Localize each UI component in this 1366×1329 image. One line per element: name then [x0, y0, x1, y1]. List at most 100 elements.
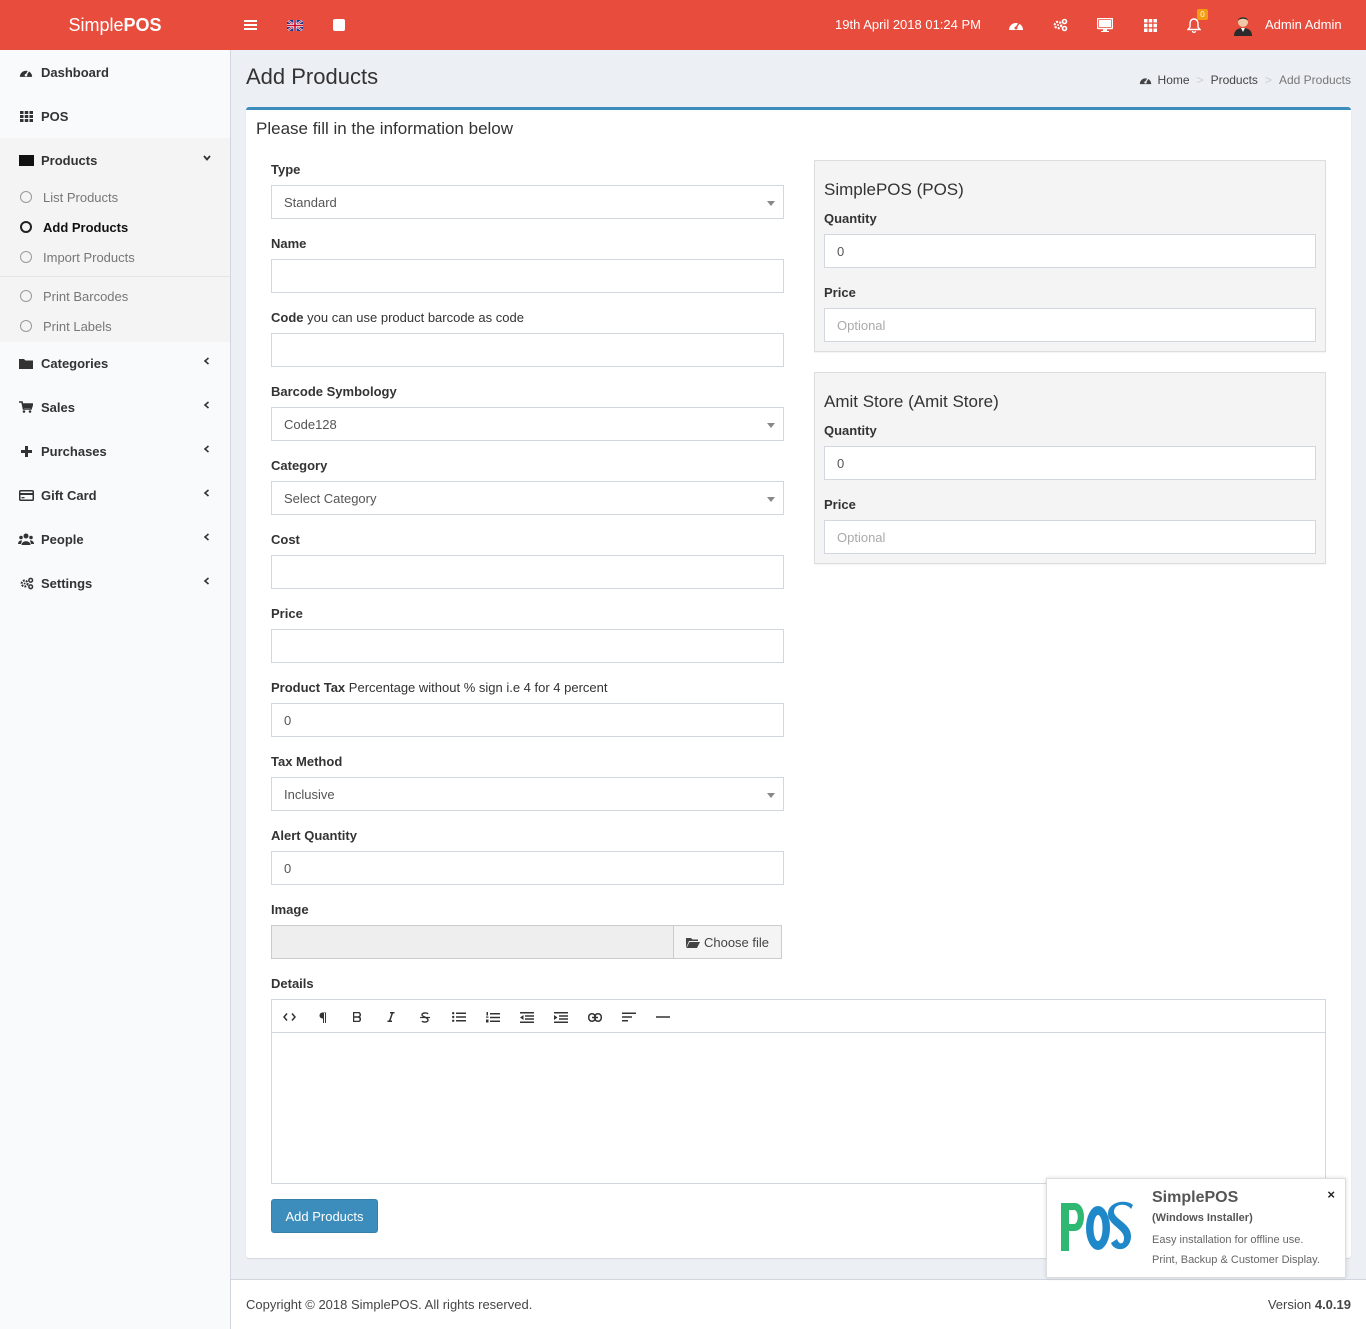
sidebar-item-dashboard[interactable]: Dashboard: [0, 50, 230, 94]
sidebar-item-settings[interactable]: Settings: [0, 561, 230, 605]
sidebar-item-label: Sales: [41, 399, 75, 415]
version-text: Version 4.0.19: [1268, 1297, 1351, 1312]
add-products-button[interactable]: Add Products: [271, 1199, 378, 1233]
code-label-text: Code: [271, 310, 304, 325]
store-price-input[interactable]: Optional: [824, 308, 1316, 342]
sidebar-sub-list-products[interactable]: List Products: [0, 182, 230, 212]
unordered-list-icon[interactable]: [450, 1008, 468, 1026]
windows-installer-promo[interactable]: SimplePOS (Windows Installer) Easy insta…: [1046, 1178, 1346, 1278]
price-label: Price: [271, 606, 303, 621]
barcode-select[interactable]: Code128: [271, 407, 784, 441]
cost-input[interactable]: [271, 555, 784, 589]
menu-icon[interactable]: [241, 15, 261, 35]
sidebar-item-label: Purchases: [41, 443, 107, 459]
app-logo[interactable]: Simple POS: [0, 0, 230, 50]
category-select[interactable]: Select Category: [271, 481, 784, 515]
sidebar-item-label: Products: [41, 152, 98, 168]
desktop-icon[interactable]: [1095, 15, 1115, 35]
folder-open-icon: [685, 937, 700, 948]
top-navbar: Simple POS 19th April 2018 01:24 PM 0 Adm…: [0, 0, 1366, 50]
breadcrumb-home[interactable]: Home: [1158, 73, 1190, 87]
tax-input[interactable]: 0: [271, 703, 784, 737]
store-title: Amit Store (Amit Store): [824, 392, 999, 411]
image-file-display[interactable]: [271, 925, 674, 959]
breadcrumb-products[interactable]: Products: [1211, 73, 1258, 87]
square-icon[interactable]: [329, 15, 349, 35]
breadcrumb-separator: >: [1196, 73, 1204, 87]
notification-badge: 0: [1197, 9, 1208, 20]
strikethrough-icon[interactable]: [416, 1008, 434, 1026]
cogs-icon[interactable]: [1050, 15, 1070, 35]
outdent-icon[interactable]: [518, 1008, 536, 1026]
sidebar-item-products[interactable]: Products: [0, 138, 230, 182]
sidebar-sub-print-labels[interactable]: Print Labels: [0, 311, 230, 341]
dashboard-icon: [1139, 75, 1152, 85]
details-label: Details: [271, 976, 314, 991]
store-quantity-label: Quantity: [824, 211, 877, 226]
datetime: 19th April 2018 01:24 PM: [835, 17, 981, 32]
sidebar-sub-print-barcodes[interactable]: Print Barcodes: [0, 281, 230, 311]
circle-icon: [20, 290, 32, 302]
sidebar-sub-label: Add Products: [43, 219, 129, 235]
sidebar-sub-label: Print Barcodes: [43, 288, 129, 304]
image-label: Image: [271, 902, 309, 917]
dashboard-icon[interactable]: [1006, 15, 1026, 35]
code-label: Code you can use product barcode as code: [271, 310, 524, 325]
sidebar-item-label: People: [41, 531, 84, 547]
alert-quantity-input[interactable]: 0: [271, 851, 784, 885]
version-label: Version: [1267, 1297, 1312, 1312]
sidebar-item-sales[interactable]: Sales: [0, 385, 230, 429]
tax-method-select[interactable]: Inclusive: [271, 777, 784, 811]
align-left-icon[interactable]: [620, 1008, 638, 1026]
store-price-input[interactable]: Optional: [824, 520, 1316, 554]
sidebar-item-purchases[interactable]: Purchases: [0, 429, 230, 473]
sidebar-sub-add-products[interactable]: Add Products: [0, 212, 230, 242]
circle-icon: [20, 221, 32, 233]
category-label: Category: [271, 458, 328, 473]
close-icon[interactable]: ×: [1327, 1187, 1335, 1202]
indent-icon[interactable]: [552, 1008, 570, 1026]
uk-flag-icon[interactable]: [285, 15, 305, 35]
tax-help-text: Percentage without % sign i.e 4 for 4 pe…: [348, 680, 608, 695]
sidebar-item-gift-card[interactable]: Gift Card: [0, 473, 230, 517]
type-select[interactable]: Standard: [271, 185, 784, 219]
page-title: Add Products: [246, 64, 379, 89]
barcode-label: Barcode Symbology: [271, 384, 397, 399]
code-input[interactable]: [271, 333, 784, 367]
promo-subtitle: (Windows Installer): [1152, 1212, 1253, 1224]
store-quantity-input[interactable]: 0: [824, 234, 1316, 268]
sidebar-item-categories[interactable]: Categories: [0, 341, 230, 385]
sidebar-sub-import-products[interactable]: Import Products: [0, 242, 230, 272]
avatar[interactable]: [1233, 14, 1253, 36]
square-icon: [18, 154, 34, 166]
store-quantity-input[interactable]: 0: [824, 446, 1316, 480]
version-number: 4.0.19: [1314, 1297, 1351, 1312]
choose-file-button[interactable]: Choose file: [673, 925, 782, 959]
brand-bold: POS: [123, 14, 162, 35]
sidebar-item-label: POS: [41, 108, 69, 124]
footer: Copyright © 2018 SimplePOS. All rights r…: [231, 1279, 1366, 1329]
link-icon[interactable]: [586, 1008, 604, 1026]
promo-line-1: Easy installation for offline use.: [1152, 1234, 1304, 1246]
ordered-list-icon[interactable]: [484, 1008, 502, 1026]
italic-icon[interactable]: [382, 1008, 400, 1026]
circle-icon: [20, 320, 32, 332]
code-view-icon[interactable]: [280, 1008, 298, 1026]
circle-icon: [20, 191, 32, 203]
plus-icon: [18, 445, 34, 457]
grid-icon[interactable]: [1140, 15, 1160, 35]
price-input[interactable]: [271, 629, 784, 663]
paragraph-icon[interactable]: [314, 1008, 332, 1026]
user-name[interactable]: Admin Admin: [1265, 17, 1342, 32]
breadcrumb-current: Add Products: [1278, 73, 1351, 87]
sidebar-item-people[interactable]: People: [0, 517, 230, 561]
details-editor: [271, 999, 1326, 1184]
details-textarea[interactable]: [272, 1034, 1325, 1184]
editor-toolbar: [272, 1000, 1325, 1033]
chevron-left-icon: [202, 576, 212, 586]
bold-icon[interactable]: [348, 1008, 366, 1026]
sidebar-item-pos[interactable]: POS: [0, 94, 230, 138]
sidebar-item-label: Settings: [41, 575, 93, 591]
name-input[interactable]: [271, 259, 784, 293]
horizontal-rule-icon[interactable]: [654, 1008, 672, 1026]
